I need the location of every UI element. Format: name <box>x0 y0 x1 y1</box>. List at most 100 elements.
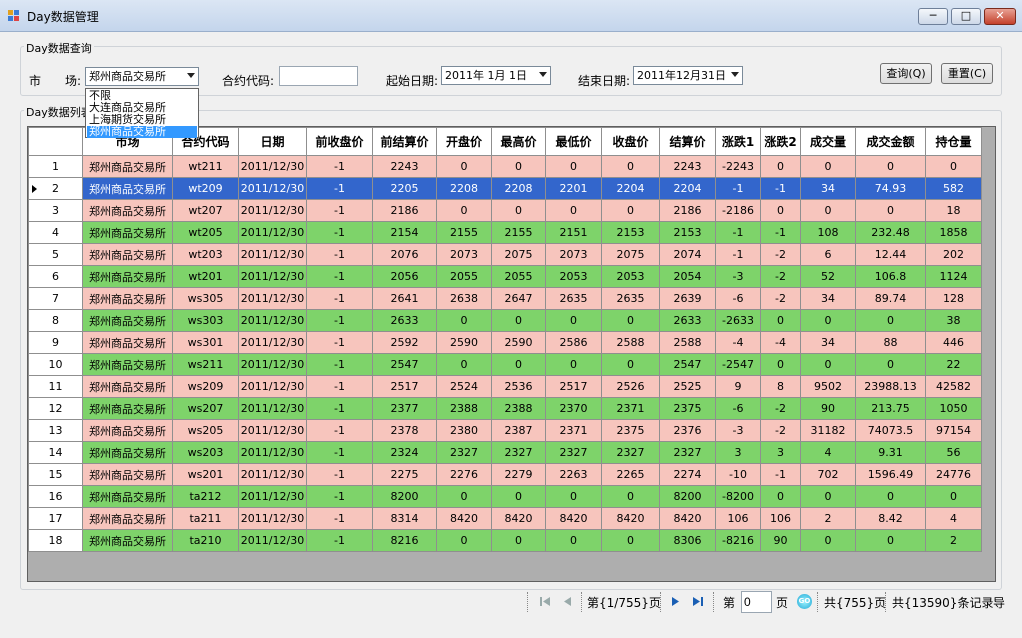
table-cell[interactable]: -1 <box>715 221 761 244</box>
table-cell[interactable]: 郑州商品交易所 <box>82 397 173 420</box>
table-cell[interactable]: 9 <box>715 375 761 398</box>
table-cell[interactable]: 0 <box>545 155 602 178</box>
table-cell[interactable]: 8420 <box>545 507 602 530</box>
table-cell[interactable]: 0 <box>855 199 926 222</box>
column-header[interactable]: 日期 <box>238 127 307 156</box>
table-cell[interactable]: 202 <box>925 243 982 266</box>
table-cell[interactable]: 2186 <box>372 199 437 222</box>
table-cell[interactable]: -10 <box>715 463 761 486</box>
table-cell[interactable]: -2 <box>760 287 801 310</box>
table-cell[interactable]: 2011/12/30 <box>238 331 307 354</box>
table-cell[interactable]: 97154 <box>925 419 982 442</box>
table-cell[interactable]: 2011/12/30 <box>238 397 307 420</box>
table-cell[interactable]: 2371 <box>545 419 602 442</box>
table-cell[interactable]: 郑州商品交易所 <box>82 331 173 354</box>
table-row[interactable]: 17 郑州商品交易所 ta211 2011/12/30 -1 8314 8420 8420 84… <box>28 507 982 530</box>
table-cell[interactable]: 0 <box>491 155 546 178</box>
table-cell[interactable]: 0 <box>925 485 982 508</box>
table-cell[interactable]: 0 <box>800 353 856 376</box>
chevron-down-icon[interactable] <box>731 72 739 77</box>
table-cell[interactable]: 0 <box>855 155 926 178</box>
query-button[interactable]: 查询(Q) <box>880 63 932 84</box>
table-cell[interactable]: 2378 <box>372 419 437 442</box>
table-cell[interactable]: 郑州商品交易所 <box>82 419 173 442</box>
table-row[interactable]: 1 郑州商品交易所 wt211 2011/12/30 -1 2243 0 0 0 0 2243 -22… <box>28 155 982 178</box>
table-cell[interactable]: -8216 <box>715 529 761 552</box>
first-page-icon[interactable] <box>537 593 554 610</box>
table-cell[interactable]: 郑州商品交易所 <box>82 441 173 464</box>
table-cell[interactable]: 2525 <box>659 375 716 398</box>
reset-button[interactable]: 重置(C) <box>941 63 993 84</box>
table-cell[interactable]: 0 <box>491 199 546 222</box>
table-cell[interactable]: 郑州商品交易所 <box>82 287 173 310</box>
table-cell[interactable]: 2011/12/30 <box>238 155 307 178</box>
table-cell[interactable]: 2327 <box>601 441 660 464</box>
table-cell[interactable]: -1 <box>306 155 373 178</box>
table-cell[interactable]: ws301 <box>172 331 239 354</box>
table-cell[interactable]: -1 <box>306 441 373 464</box>
table-cell[interactable]: 0 <box>855 353 926 376</box>
table-cell[interactable]: 1596.49 <box>855 463 926 486</box>
table-row[interactable]: 2 郑州商品交易所 wt209 2011/12/30 -1 2205 2208 2208 220… <box>28 177 982 200</box>
table-cell[interactable]: 0 <box>436 309 492 332</box>
table-cell[interactable]: 90 <box>800 397 856 420</box>
table-cell[interactable]: 2590 <box>436 331 492 354</box>
table-cell[interactable]: wt211 <box>172 155 239 178</box>
table-cell[interactable]: 2547 <box>659 353 716 376</box>
table-cell[interactable]: 8.42 <box>855 507 926 530</box>
table-cell[interactable]: 2151 <box>545 221 602 244</box>
table-cell[interactable]: 0 <box>545 529 602 552</box>
table-cell[interactable]: 34 <box>800 331 856 354</box>
table-cell[interactable]: 2647 <box>491 287 546 310</box>
row-header[interactable]: 2 <box>28 177 83 200</box>
table-cell[interactable]: -1 <box>306 243 373 266</box>
row-header[interactable]: 11 <box>28 375 83 398</box>
table-row[interactable]: 9 郑州商品交易所 ws301 2011/12/30 -1 2592 2590 2590 258… <box>28 331 982 354</box>
end-date-picker[interactable]: 2011年12月31日 <box>633 66 743 85</box>
table-cell[interactable]: -1 <box>715 177 761 200</box>
data-grid[interactable]: 市场 合约代码 日期 前收盘价 前结算价 开盘价 最高价 最低价 收盘价 结算价 涨跌1 涨跌2 成交量… <box>27 126 996 582</box>
table-cell[interactable]: 2011/12/30 <box>238 353 307 376</box>
table-cell[interactable]: 0 <box>545 353 602 376</box>
row-header[interactable]: 10 <box>28 353 83 376</box>
table-cell[interactable]: -1 <box>306 221 373 244</box>
next-page-icon[interactable] <box>667 593 684 610</box>
table-cell[interactable]: 0 <box>601 529 660 552</box>
table-cell[interactable]: 22 <box>925 353 982 376</box>
table-cell[interactable]: 0 <box>601 155 660 178</box>
table-cell[interactable]: 0 <box>760 309 801 332</box>
table-cell[interactable]: 2526 <box>601 375 660 398</box>
table-cell[interactable]: wt201 <box>172 265 239 288</box>
table-cell[interactable]: 2633 <box>659 309 716 332</box>
table-cell[interactable]: 88 <box>855 331 926 354</box>
table-cell[interactable]: 2011/12/30 <box>238 199 307 222</box>
table-cell[interactable]: -1 <box>306 331 373 354</box>
table-cell[interactable]: 31182 <box>800 419 856 442</box>
row-header[interactable]: 7 <box>28 287 83 310</box>
table-cell[interactable]: 2074 <box>659 243 716 266</box>
table-cell[interactable]: 郑州商品交易所 <box>82 265 173 288</box>
table-cell[interactable]: 2204 <box>659 177 716 200</box>
table-cell[interactable]: 2011/12/30 <box>238 265 307 288</box>
table-cell[interactable]: 2517 <box>372 375 437 398</box>
table-cell[interactable]: 2327 <box>545 441 602 464</box>
table-cell[interactable]: 2376 <box>659 419 716 442</box>
table-cell[interactable]: 0 <box>545 309 602 332</box>
table-cell[interactable]: 2243 <box>372 155 437 178</box>
table-cell[interactable]: 2011/12/30 <box>238 287 307 310</box>
table-cell[interactable]: -1 <box>760 463 801 486</box>
table-cell[interactable]: 2375 <box>659 397 716 420</box>
table-cell[interactable]: -2243 <box>715 155 761 178</box>
table-cell[interactable]: 2075 <box>601 243 660 266</box>
row-header[interactable]: 5 <box>28 243 83 266</box>
table-cell[interactable]: 2153 <box>659 221 716 244</box>
column-header[interactable]: 结算价 <box>659 127 716 156</box>
table-cell[interactable]: 0 <box>545 485 602 508</box>
table-cell[interactable]: ta212 <box>172 485 239 508</box>
table-cell[interactable]: 0 <box>925 155 982 178</box>
table-cell[interactable]: 0 <box>601 353 660 376</box>
table-cell[interactable]: 9.31 <box>855 441 926 464</box>
table-row[interactable]: 6 郑州商品交易所 wt201 2011/12/30 -1 2056 2055 2055 205… <box>28 265 982 288</box>
table-cell[interactable]: 郑州商品交易所 <box>82 353 173 376</box>
table-cell[interactable]: 2592 <box>372 331 437 354</box>
